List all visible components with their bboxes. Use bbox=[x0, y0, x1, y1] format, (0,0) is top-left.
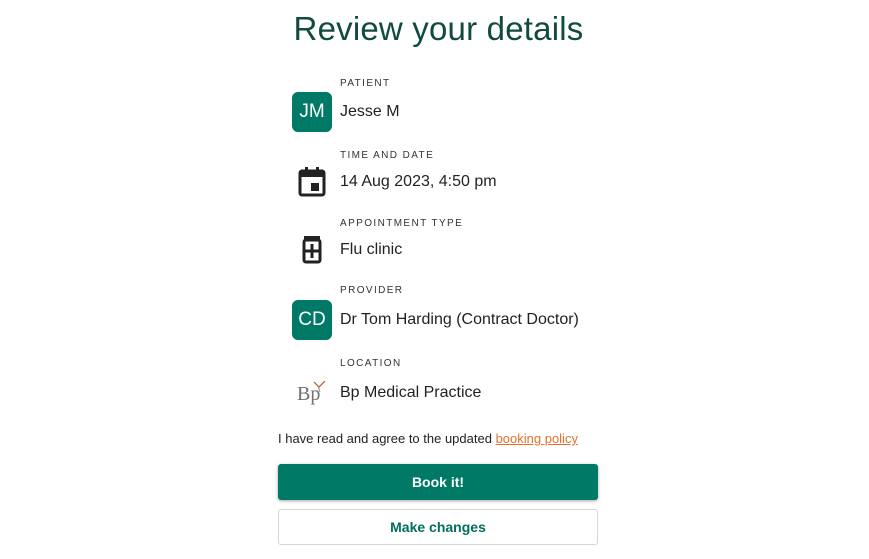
patient-avatar: JM bbox=[292, 92, 332, 132]
detail-location: LOCATION Bp Bp Medical Practice bbox=[290, 358, 630, 406]
provider-avatar: CD bbox=[292, 300, 332, 340]
time-and-date-label: TIME AND DATE bbox=[340, 150, 435, 161]
time-and-date-value: 14 Aug 2023, 4:50 pm bbox=[340, 173, 497, 190]
detail-provider: PROVIDER CD Dr Tom Harding (Contract Doc… bbox=[290, 285, 630, 340]
appointment-type-value: Flu clinic bbox=[340, 241, 403, 258]
location-value: Bp Medical Practice bbox=[340, 384, 482, 401]
consent-text: I have read and agree to the updated bbox=[278, 431, 496, 446]
location-label: LOCATION bbox=[340, 358, 402, 369]
provider-value: Dr Tom Harding (Contract Doctor) bbox=[340, 311, 579, 328]
patient-label: PATIENT bbox=[340, 78, 391, 89]
page-title: Review your details bbox=[293, 10, 584, 47]
booking-policy-consent: I have read and agree to the updated boo… bbox=[278, 431, 578, 446]
book-it-button[interactable]: Book it! bbox=[278, 464, 598, 500]
practice-logo: Bp bbox=[292, 374, 332, 414]
appointment-type-label: APPOINTMENT TYPE bbox=[340, 218, 464, 229]
booking-policy-link[interactable]: booking policy bbox=[496, 431, 578, 446]
detail-patient: PATIENT JM Jesse M bbox=[290, 78, 630, 132]
medicine-jar-icon bbox=[292, 230, 332, 270]
provider-label: PROVIDER bbox=[340, 285, 404, 296]
detail-appointment-type: APPOINTMENT TYPE Flu clinic bbox=[290, 218, 630, 266]
detail-time-and-date: TIME AND DATE 14 Aug 2023, 4:50 pm bbox=[290, 150, 630, 198]
patient-value: Jesse M bbox=[340, 103, 400, 120]
calendar-icon bbox=[292, 162, 332, 202]
review-details-page: Review your details PATIENT JM Jesse M T… bbox=[0, 0, 869, 559]
make-changes-button[interactable]: Make changes bbox=[278, 509, 598, 545]
